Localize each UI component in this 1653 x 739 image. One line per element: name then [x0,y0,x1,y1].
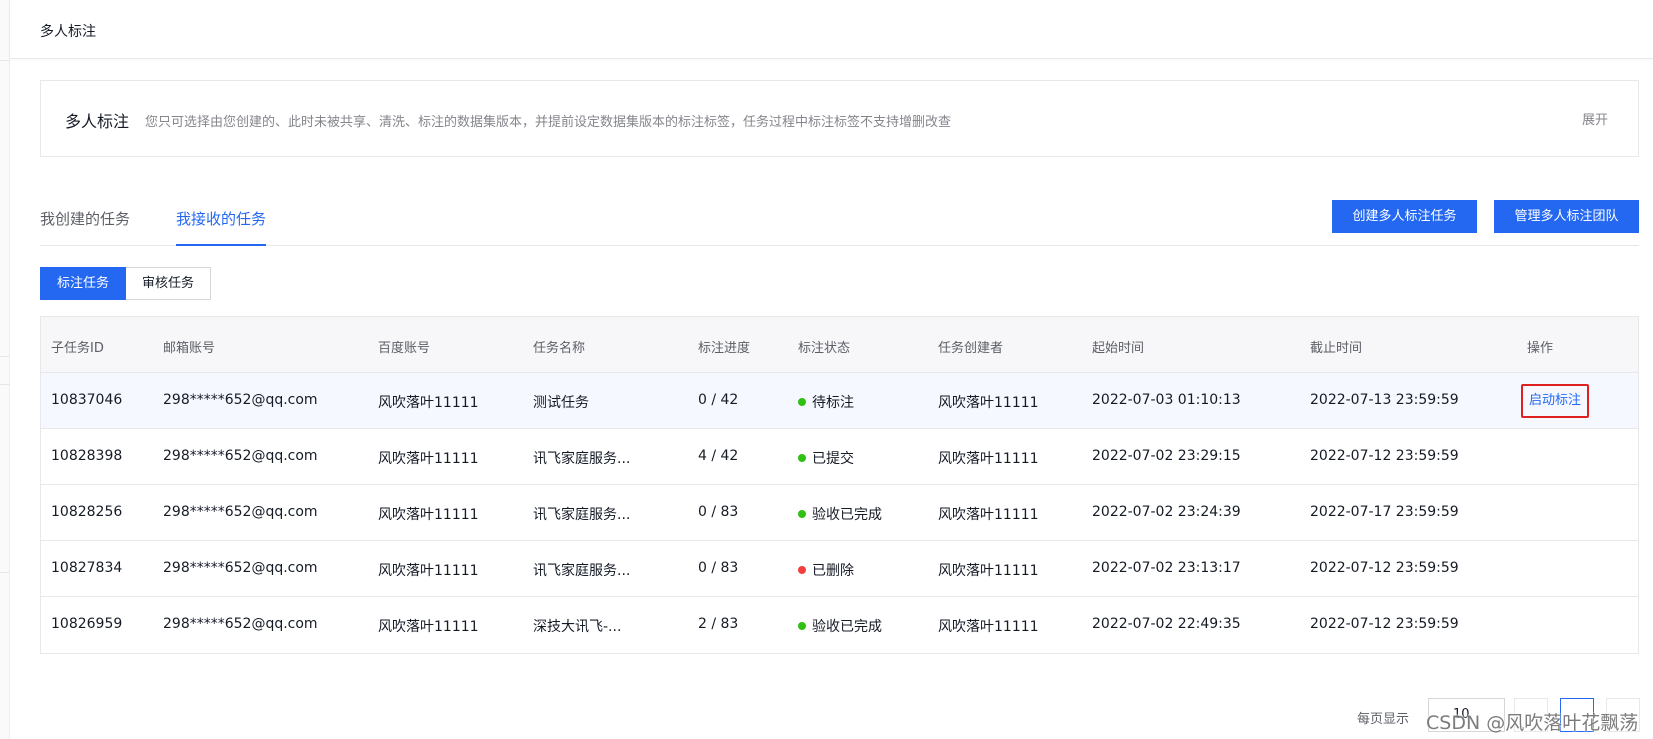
cell-status: 验收已完成 [798,616,882,636]
header-email: 邮箱账号 [163,341,216,356]
intro-panel: 多人标注 您只可选择由您创建的、此时未被共享、清洗、标注的数据集版本，并提前设定… [40,80,1639,157]
status-label: 待标注 [812,395,854,411]
header-actions: 操作 [1527,341,1554,356]
cell-email: 298*****652@qq.com [163,392,318,408]
cell-progress: 0 / 42 [698,392,739,408]
header-end-time: 截止时间 [1310,341,1363,356]
intro-title: 多人标注 [65,112,130,131]
manage-team-button[interactable]: 管理多人标注团队 [1494,200,1639,233]
sidebar-divider [0,384,9,385]
cell-start-time: 2022-07-02 23:13:17 [1092,560,1241,576]
status-dot [798,566,806,574]
page-title: 多人标注 [40,24,96,40]
cell-end-time: 2022-07-12 23:59:59 [1310,616,1459,632]
cell-end-time: 2022-07-12 23:59:59 [1310,448,1459,464]
status-label: 已提交 [812,451,854,467]
cell-subtask-id: 10828398 [51,448,123,464]
cell-start-time: 2022-07-02 22:49:35 [1092,616,1241,632]
cell-creator: 风吹落叶11111 [938,619,1039,635]
status-dot [798,398,806,406]
header-task-name: 任务名称 [533,341,586,356]
cell-progress: 0 / 83 [698,560,739,576]
header-progress: 标注进度 [698,341,751,356]
header-status: 标注状态 [798,341,851,356]
table-row: 10828398 298*****652@qq.com 风吹落叶11111 讯飞… [41,429,1638,485]
cell-task-name: 讯飞家庭服务... [533,451,631,467]
task-table: 子任务ID 邮箱账号 百度账号 任务名称 标注进度 标注状态 任务创建者 起始时… [40,316,1639,654]
cell-subtask-id: 10827834 [51,560,123,576]
status-dot [798,454,806,462]
sidebar-divider [0,572,9,573]
cell-task-name: 测试任务 [533,395,589,411]
cell-start-time: 2022-07-02 23:29:15 [1092,448,1241,464]
cell-status: 验收已完成 [798,504,882,524]
cell-creator: 风吹落叶11111 [938,507,1039,523]
cell-end-time: 2022-07-12 23:59:59 [1310,560,1459,576]
cell-end-time: 2022-07-13 23:59:59 [1310,392,1459,408]
segment-review-tasks[interactable]: 审核任务 [126,267,212,300]
status-label: 验收已完成 [812,619,882,635]
table-row: 10828256 298*****652@qq.com 风吹落叶11111 讯飞… [41,485,1638,541]
cell-baidu-account: 风吹落叶11111 [378,451,479,467]
cell-subtask-id: 10837046 [51,392,123,408]
task-type-switch: 标注任务 审核任务 [40,267,212,300]
intro-description: 您只可选择由您创建的、此时未被共享、清洗、标注的数据集版本，并提前设定数据集版本… [145,115,952,130]
cell-baidu-account: 风吹落叶11111 [378,563,479,579]
cell-email: 298*****652@qq.com [163,616,318,632]
cell-status: 待标注 [798,392,854,412]
cell-progress: 0 / 83 [698,504,739,520]
cell-progress: 4 / 42 [698,448,739,464]
cell-task-name: 讯飞家庭服务... [533,507,631,523]
segment-annotation-tasks[interactable]: 标注任务 [40,267,127,300]
expand-link[interactable]: 展开 [1582,109,1608,128]
sidebar-divider [0,60,9,61]
watermark: CSDN @风吹落叶花飘荡 [1426,712,1639,734]
start-annotation-link[interactable]: 启动标注 [1521,384,1590,418]
cell-email: 298*****652@qq.com [163,448,318,464]
table-row: 10837046 298*****652@qq.com 风吹落叶11111 测试… [41,373,1638,429]
header-subtask-id: 子任务ID [51,341,104,356]
left-sidebar-edge [0,0,10,739]
cell-email: 298*****652@qq.com [163,504,318,520]
status-dot [798,510,806,518]
create-task-button[interactable]: 创建多人标注任务 [1332,200,1477,233]
table-header: 子任务ID 邮箱账号 百度账号 任务名称 标注进度 标注状态 任务创建者 起始时… [41,317,1638,373]
cell-progress: 2 / 83 [698,616,739,632]
cell-task-name: 讯飞家庭服务... [533,563,631,579]
cell-start-time: 2022-07-03 01:10:13 [1092,392,1241,408]
cell-start-time: 2022-07-02 23:24:39 [1092,504,1241,520]
cell-subtask-id: 10828256 [51,504,123,520]
cell-task-name: 深技大讯飞-... [533,619,622,635]
status-label: 验收已完成 [812,507,882,523]
cell-creator: 风吹落叶11111 [938,563,1039,579]
per-page-label: 每页显示 [1357,712,1410,727]
cell-status: 已删除 [798,560,854,580]
cell-baidu-account: 风吹落叶11111 [378,507,479,523]
status-label: 已删除 [812,563,854,579]
cell-status: 已提交 [798,448,854,468]
header-baidu-account: 百度账号 [378,341,431,356]
tab-my-created-tasks[interactable]: 我创建的任务 [40,208,130,246]
cell-creator: 风吹落叶11111 [938,395,1039,411]
cell-baidu-account: 风吹落叶11111 [378,619,479,635]
header-creator: 任务创建者 [938,341,1004,356]
cell-subtask-id: 10826959 [51,616,123,632]
table-row: 10826959 298*****652@qq.com 风吹落叶11111 深技… [41,597,1638,653]
tab-my-received-tasks[interactable]: 我接收的任务 [176,208,267,246]
cell-baidu-account: 风吹落叶11111 [378,395,479,411]
cell-creator: 风吹落叶11111 [938,451,1039,467]
cell-email: 298*****652@qq.com [163,560,318,576]
cell-end-time: 2022-07-17 23:59:59 [1310,504,1459,520]
header-start-time: 起始时间 [1092,341,1145,356]
table-row: 10827834 298*****652@qq.com 风吹落叶11111 讯飞… [41,541,1638,597]
status-dot [798,622,806,630]
top-bar: 多人标注 [10,0,1653,59]
sidebar-divider [0,356,9,357]
